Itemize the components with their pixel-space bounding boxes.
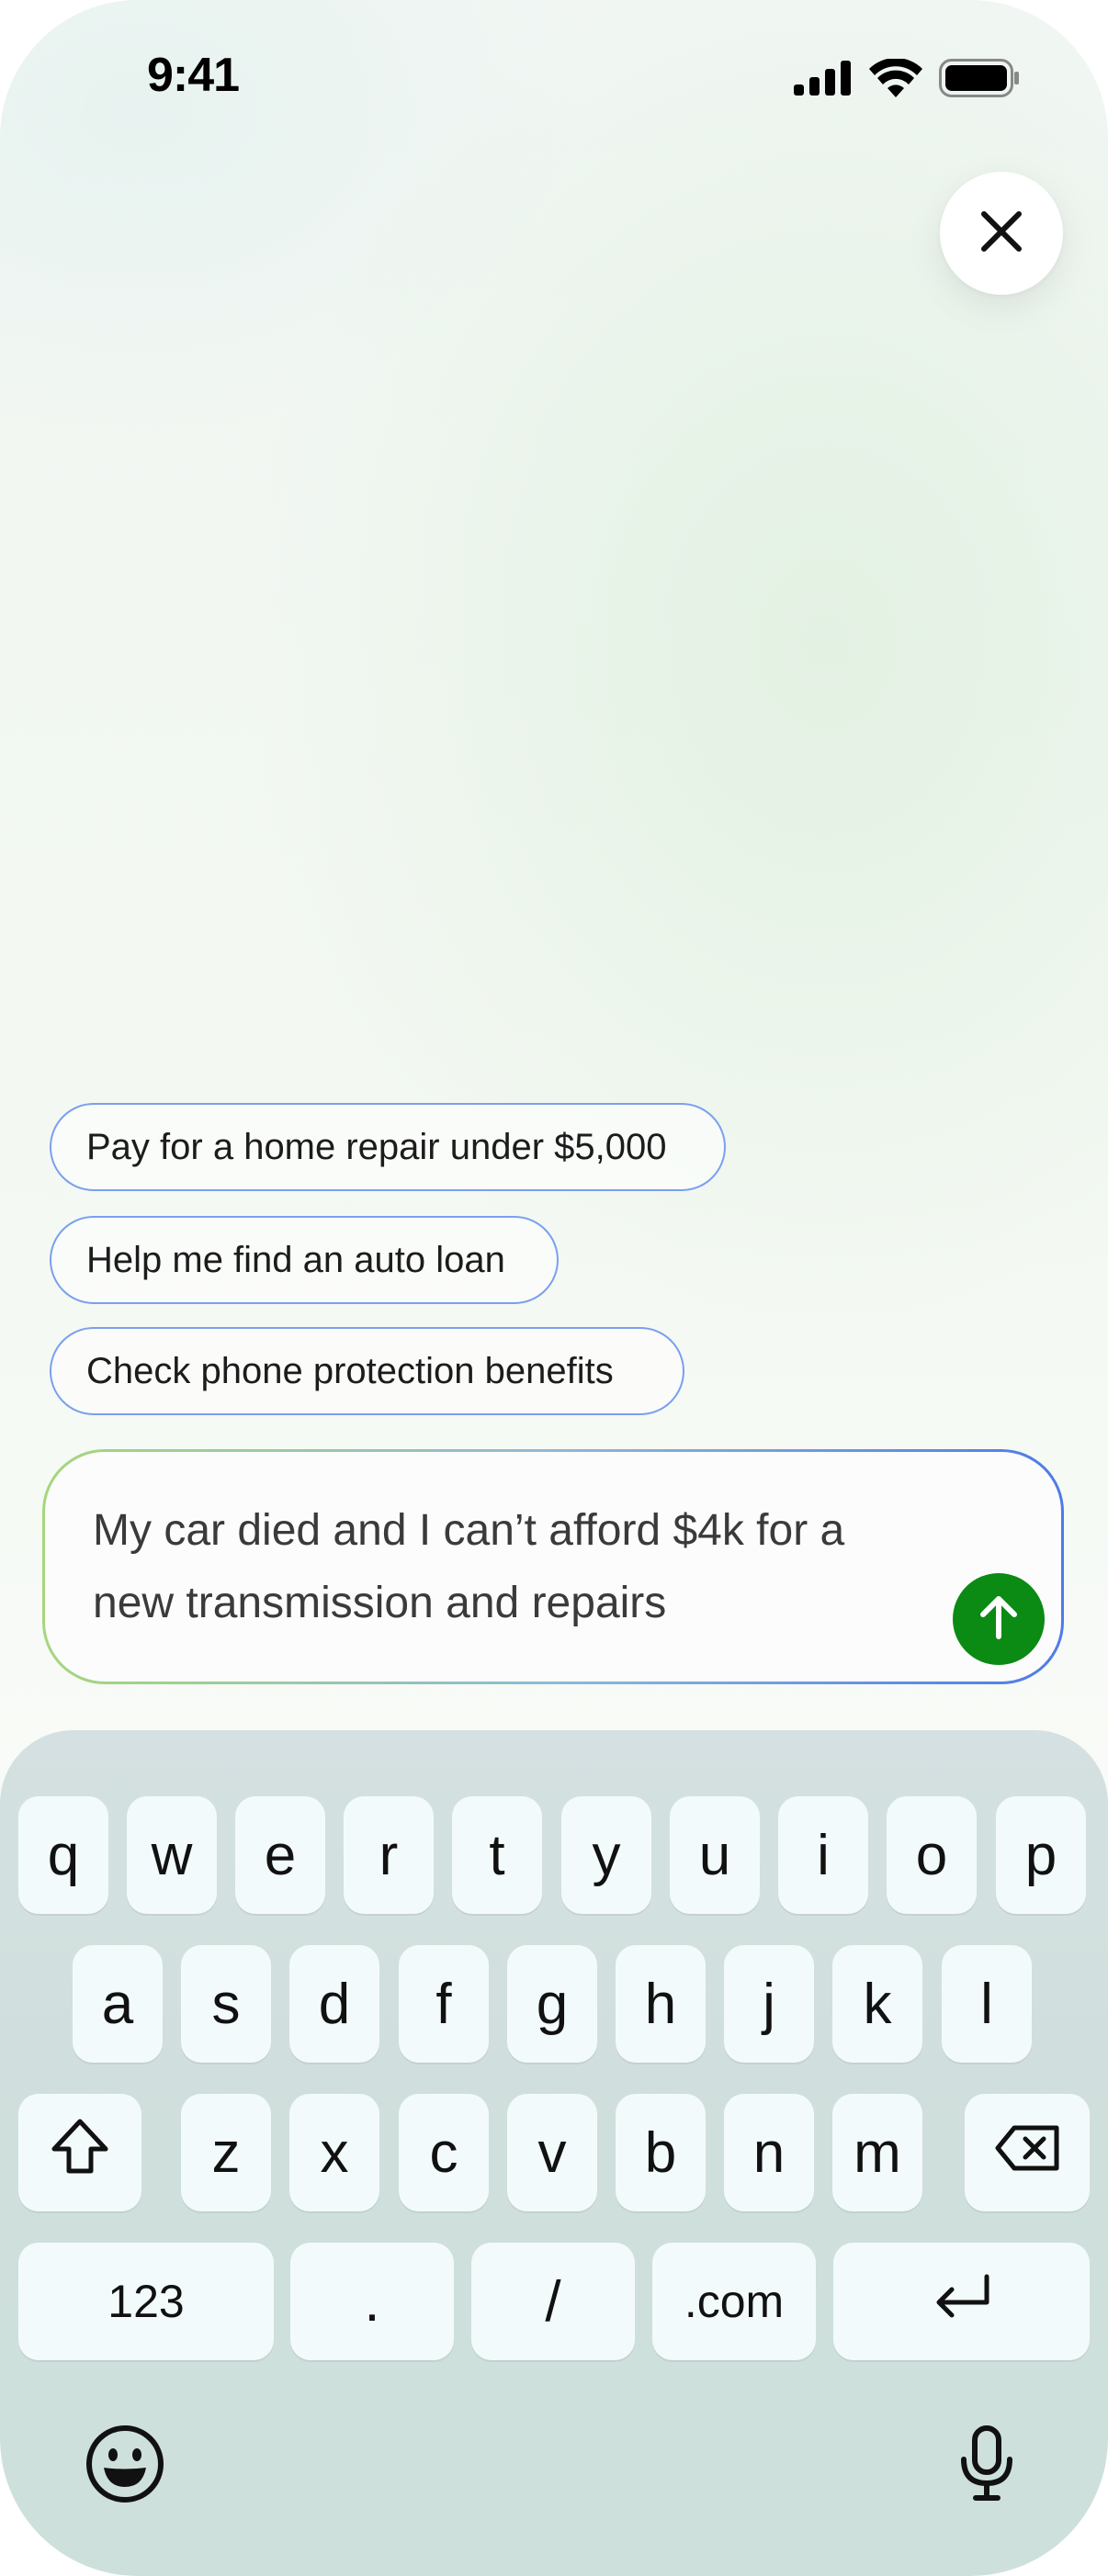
key-i[interactable]: i [778, 1796, 868, 1914]
key-u[interactable]: u [670, 1796, 760, 1914]
microphone-icon[interactable] [959, 2424, 1014, 2508]
key-l[interactable]: l [942, 1945, 1032, 2063]
key-d[interactable]: d [289, 1945, 379, 2063]
return-icon [932, 2269, 992, 2334]
backspace-icon [994, 2120, 1060, 2186]
key-c[interactable]: c [399, 2094, 489, 2211]
key-t[interactable]: t [452, 1796, 542, 1914]
key-s[interactable]: s [181, 1945, 271, 2063]
key-z[interactable]: z [181, 2094, 271, 2211]
shift-icon [51, 2118, 109, 2188]
send-button[interactable] [953, 1573, 1045, 1665]
suggestion-chip[interactable]: Check phone protection benefits [50, 1327, 684, 1415]
arrow-up-icon [978, 1594, 1020, 1645]
key-w[interactable]: w [127, 1796, 217, 1914]
key-q[interactable]: q [18, 1796, 108, 1914]
key-p[interactable]: p [996, 1796, 1086, 1914]
key-r[interactable]: r [344, 1796, 434, 1914]
wifi-icon [869, 57, 922, 102]
keyboard: q w e r t y u i o p a s d f g h j k l z … [0, 1730, 1108, 2576]
key-g[interactable]: g [507, 1945, 597, 2063]
cellular-signal-icon [794, 61, 853, 100]
dotcom-key[interactable]: .com [652, 2243, 816, 2360]
key-e[interactable]: e [235, 1796, 325, 1914]
message-input-inner[interactable]: My car died and I can’t afford $4k for a… [45, 1452, 1061, 1682]
close-button[interactable] [940, 172, 1063, 295]
key-n[interactable]: n [724, 2094, 814, 2211]
slash-key[interactable]: / [471, 2243, 635, 2360]
suggestion-chip[interactable]: Help me find an auto loan [50, 1216, 559, 1304]
backspace-key[interactable] [965, 2094, 1090, 2211]
key-k[interactable]: k [832, 1945, 922, 2063]
period-key[interactable]: . [290, 2243, 454, 2360]
status-icons [794, 57, 1020, 102]
key-m[interactable]: m [832, 2094, 922, 2211]
shift-key[interactable] [18, 2094, 141, 2211]
key-v[interactable]: v [507, 2094, 597, 2211]
key-h[interactable]: h [616, 1945, 706, 2063]
key-b[interactable]: b [616, 2094, 706, 2211]
battery-icon [939, 59, 1020, 102]
key-y[interactable]: y [561, 1796, 651, 1914]
numbers-key[interactable]: 123 [18, 2243, 274, 2360]
close-icon [980, 210, 1023, 257]
key-a[interactable]: a [73, 1945, 163, 2063]
screen: 9:41 Pay for a home repair under $5,000 … [0, 0, 1108, 2576]
message-input-box[interactable]: My car died and I can’t afford $4k for a… [42, 1449, 1064, 1684]
key-j[interactable]: j [724, 1945, 814, 2063]
emoji-icon[interactable] [85, 2424, 164, 2508]
key-f[interactable]: f [399, 1945, 489, 2063]
suggestion-chip[interactable]: Pay for a home repair under $5,000 [50, 1103, 726, 1191]
return-key[interactable] [833, 2243, 1090, 2360]
status-time: 9:41 [147, 49, 240, 102]
key-x[interactable]: x [289, 2094, 379, 2211]
key-o[interactable]: o [887, 1796, 977, 1914]
message-input-text[interactable]: My car died and I can’t afford $4k for a… [93, 1494, 920, 1639]
